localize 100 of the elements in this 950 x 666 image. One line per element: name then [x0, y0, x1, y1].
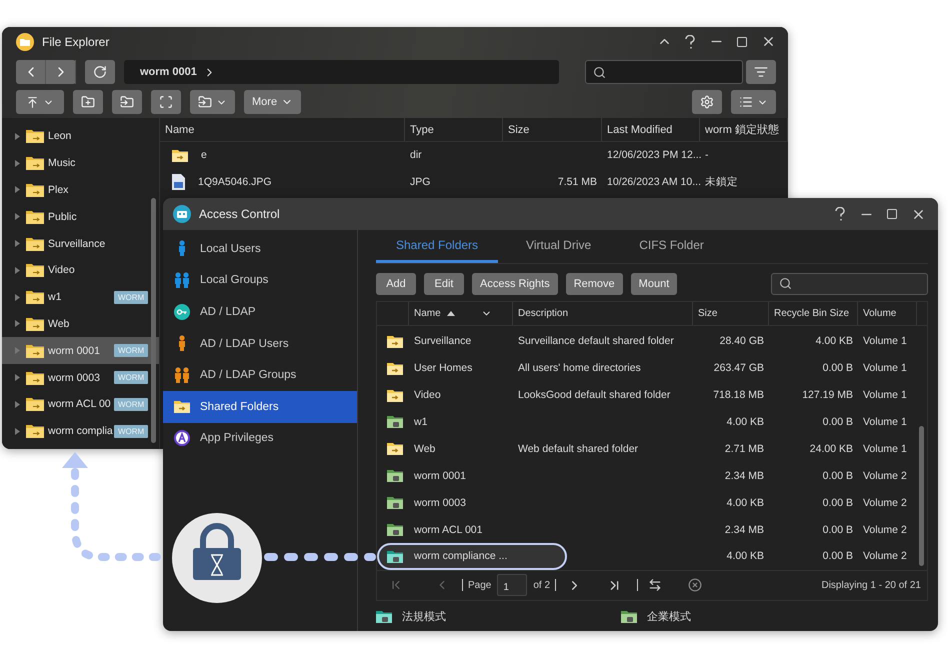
scrollbar-thumb[interactable]: [919, 426, 924, 566]
table-cell-text: 10/26/2023 AM 10...: [606, 176, 700, 188]
column-header[interactable]: Volume: [858, 302, 917, 325]
worm-tag: WORM: [114, 344, 148, 358]
path-bar[interactable]: worm 0001: [124, 60, 559, 84]
sidebar-item[interactable]: App Privileges: [163, 422, 357, 454]
scrollbar-thumb[interactable]: [151, 198, 156, 443]
folder-icon: [26, 344, 44, 358]
page-input[interactable]: 1: [497, 574, 528, 596]
new-folder-button[interactable]: [73, 90, 103, 114]
refresh-icon: [93, 65, 107, 79]
sidebar-item[interactable]: Local Users: [163, 233, 357, 265]
table-cell-text: 未鎖定: [704, 174, 739, 189]
table-cell-text: Volume 1: [862, 389, 908, 402]
expand-icon[interactable]: [15, 213, 20, 220]
view-mode-button[interactable]: [731, 90, 776, 114]
column-header[interactable]: Type: [405, 118, 503, 141]
search-field[interactable]: [585, 60, 743, 84]
maximize-icon[interactable]: [884, 206, 900, 222]
app-icon: [173, 205, 191, 223]
tree-item[interactable]: Plex: [2, 176, 159, 204]
select-frame-icon: [159, 95, 173, 109]
tree-item[interactable]: Video: [2, 256, 159, 284]
tree-item[interactable]: Music: [2, 150, 159, 177]
settings-button[interactable]: [692, 90, 722, 114]
sidebar-item-label: App Privileges: [200, 432, 274, 444]
tree-item[interactable]: worm 0001 WORM: [2, 337, 159, 364]
table-cell-text: 2.34 MB: [724, 524, 765, 536]
sidebar-item[interactable]: Local Groups: [163, 264, 357, 296]
tree-item[interactable]: worm 0003 WORM: [2, 364, 159, 391]
tree-item-label: worm complia: [48, 425, 113, 438]
column-header[interactable]: Last Modified: [602, 118, 700, 141]
tree-item[interactable]: Surveillance: [2, 230, 159, 257]
tree-item[interactable]: worm ACL 00 WORM: [2, 390, 159, 418]
folder-icon: [387, 442, 403, 456]
column-header[interactable]: Description: [513, 302, 693, 325]
lock-hourglass-icon: [172, 513, 262, 603]
toolbar-button[interactable]: Mount: [630, 272, 678, 295]
more-menu-button[interactable]: More: [244, 90, 302, 114]
folder-upload-button[interactable]: [112, 90, 142, 114]
refresh-button[interactable]: [85, 60, 115, 84]
column-header[interactable]: Name: [160, 118, 405, 141]
table-cell-text: 0.00 B: [822, 362, 854, 374]
help-icon[interactable]: [685, 34, 695, 48]
upload-button[interactable]: [16, 90, 64, 114]
copy-to-button[interactable]: [190, 90, 235, 114]
column-header[interactable]: Recycle Bin Size: [769, 302, 858, 325]
help-icon[interactable]: [835, 207, 845, 221]
column-header[interactable]: worm 鎖定狀態: [700, 118, 788, 141]
tree-item-label: Music: [48, 157, 76, 170]
sidebar-item[interactable]: Shared Folders: [163, 390, 357, 423]
search-icon: [593, 66, 606, 78]
sidebar-item-label: AD / LDAP: [200, 306, 256, 318]
tree-item-label: Surveillance: [48, 238, 106, 250]
expand-icon[interactable]: [15, 400, 20, 408]
file-name: 1Q9A5046.JPG: [197, 176, 273, 188]
column-header[interactable]: Size: [693, 302, 769, 325]
table-cell-text: 4.00 KB: [726, 550, 765, 562]
folder-icon: [26, 156, 44, 170]
column-header[interactable]: Size: [503, 118, 602, 141]
expand-icon[interactable]: [15, 266, 20, 274]
column-header[interactable]: Name: [409, 302, 513, 325]
expand-icon[interactable]: [15, 374, 20, 382]
tree-item-label: Public: [48, 210, 77, 223]
toolbar-button[interactable]: Add: [376, 272, 416, 295]
sidebar-item[interactable]: AD / LDAP Users: [163, 328, 357, 360]
tab[interactable]: Virtual Drive: [506, 230, 612, 263]
expand-icon[interactable]: [15, 132, 20, 140]
worm-tag: WORM: [114, 424, 148, 438]
tree-item[interactable]: Leon: [2, 123, 159, 150]
tree-item-label: Web: [48, 318, 70, 330]
tree-item[interactable]: Web: [2, 310, 159, 338]
table-cell-text: dir: [409, 149, 423, 162]
tree-item[interactable]: Public: [2, 203, 159, 230]
folder-icon: [26, 316, 44, 331]
toolbar-button[interactable]: Edit: [424, 272, 464, 295]
table-cell-text: 24.00 KB: [808, 442, 854, 455]
sidebar-item[interactable]: AD / LDAP Groups: [163, 359, 357, 391]
expand-icon[interactable]: [15, 320, 20, 328]
locked-folder-icon: [387, 469, 403, 482]
select-all-button[interactable]: [151, 90, 181, 114]
view-options-button[interactable]: [746, 60, 776, 84]
toolbar-button[interactable]: Remove: [566, 272, 623, 295]
tree-item[interactable]: w1 WORM: [2, 284, 159, 311]
sidebar-item[interactable]: AD / LDAP: [163, 296, 357, 328]
tab[interactable]: CIFS Folder: [619, 230, 724, 263]
expand-icon[interactable]: [15, 240, 20, 248]
expand-icon[interactable]: [15, 186, 20, 194]
table-cell-text: Volume 2: [862, 470, 908, 482]
search-field[interactable]: [771, 272, 928, 295]
expand-icon[interactable]: [15, 428, 20, 435]
expand-icon[interactable]: [15, 160, 20, 167]
toolbar-button[interactable]: Access Rights: [472, 272, 558, 295]
tree-item[interactable]: worm complia WORM: [2, 418, 159, 445]
expand-icon[interactable]: [15, 294, 20, 301]
table-cell-text: Surveillance: [413, 335, 472, 348]
tab[interactable]: Shared Folders: [376, 230, 498, 263]
table-cell-text: w1: [413, 416, 428, 428]
file-name: e: [200, 149, 208, 162]
table-cell-text: Volume 2: [862, 496, 908, 509]
